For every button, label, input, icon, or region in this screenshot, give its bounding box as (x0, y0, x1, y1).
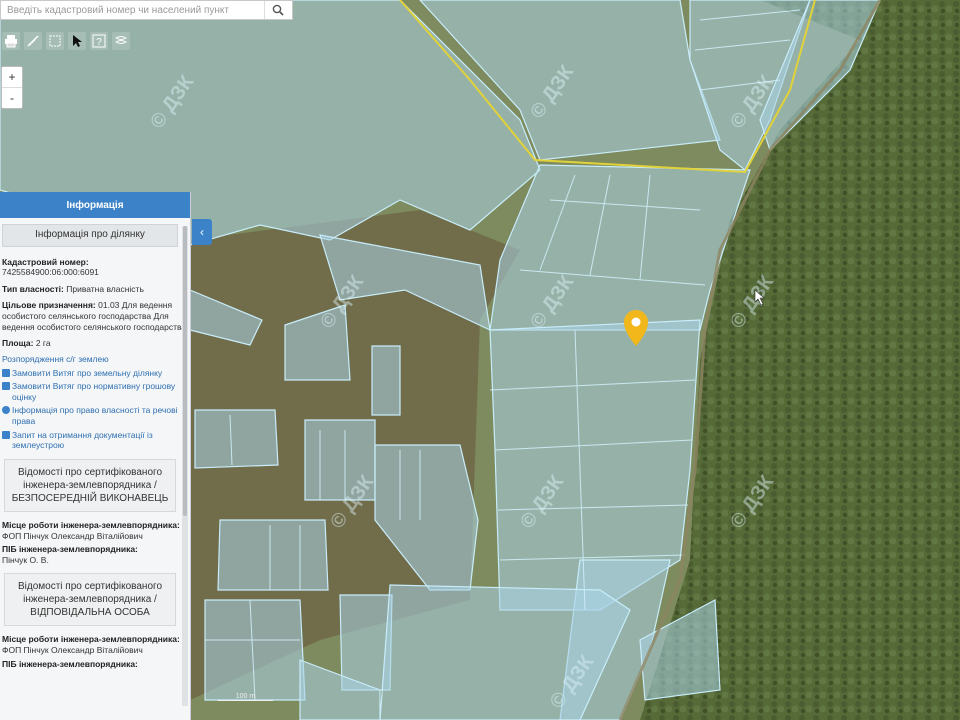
panel-scrollbar[interactable] (182, 226, 188, 706)
work-place-value-2: ФОП Пінчук Олександр Віталійович (2, 645, 143, 655)
printer-icon (5, 35, 17, 48)
search-icon (273, 4, 284, 16)
engineer-name-label: ПІБ інженера-землевпорядника: (2, 544, 138, 555)
documentation-request-label: Запит на отримання документації із земле… (12, 429, 153, 451)
search-bar (0, 0, 293, 20)
panel-title: Інформація (0, 192, 190, 218)
ownership-value: Приватна власність (66, 283, 144, 294)
layers-icon (115, 36, 127, 44)
map-toolbar: ? (0, 28, 130, 54)
engineer-responsible-section[interactable]: Відомості про сертифікованого інженера-з… (4, 573, 176, 627)
info-panel: Інформація Інформація про ділянку Кадаст… (0, 192, 191, 720)
document-icon (2, 382, 10, 391)
engineer-executor-section[interactable]: Відомості про сертифікованого інженера-з… (4, 458, 176, 512)
search-input[interactable] (1, 0, 264, 20)
info-icon (2, 406, 10, 415)
area-label: Площа: (2, 338, 34, 349)
work-place-label-2: Місце роботи інженера-землевпорядника: (2, 634, 180, 645)
engineer-name-label-2: ПІБ інженера-землевпорядника: (2, 658, 138, 669)
print-button[interactable] (2, 32, 20, 50)
disposal-link-label: Розпорядження с/г землею (2, 353, 109, 364)
order-extract-label: Замовити Витяг про земельну ділянку (12, 367, 163, 378)
zoom-control: + - (1, 66, 23, 109)
layers-button[interactable] (112, 32, 130, 50)
pointer-icon (73, 35, 82, 47)
zoom-in-button[interactable]: + (2, 67, 22, 87)
cadastral-value: 7425584900:06:000:6091 (2, 267, 99, 278)
measure-distance-button[interactable] (24, 32, 42, 50)
ruler-icon (27, 35, 39, 47)
select-pointer-button[interactable] (68, 32, 86, 50)
chevron-left-icon: ‹ (200, 225, 204, 239)
area-icon (49, 35, 61, 47)
work-place-value: ФОП Пінчук Олександр Віталійович (2, 530, 143, 541)
collapse-panel-button[interactable]: ‹ (192, 219, 212, 245)
map-scale: 100 m (218, 693, 273, 701)
measure-area-button[interactable] (46, 32, 64, 50)
parcel-info-section-button[interactable]: Інформація про ділянку (2, 224, 178, 247)
help-icon: ? (92, 34, 106, 48)
ownership-info-link[interactable]: Інформація про право власності та речові… (0, 405, 190, 426)
disposal-link[interactable]: Розпорядження с/г землею (0, 354, 190, 365)
work-place-label: Місце роботи інженера-землевпорядника: (2, 519, 180, 530)
purpose-label: Цільове призначення: (2, 300, 96, 311)
ownership-info-label: Інформація про право власності та речові… (12, 405, 178, 426)
engineer-name-value: Пінчук О. В. (2, 554, 49, 565)
ownership-label: Тип власності: (2, 283, 64, 294)
zoom-out-button[interactable]: - (2, 87, 22, 108)
document-icon (2, 368, 10, 377)
svg-text:?: ? (96, 37, 102, 48)
area-value: 2 га (35, 338, 51, 349)
order-valuation-label: Замовити Витяг про нормативну грошову оц… (12, 381, 176, 402)
documentation-request-link[interactable]: Запит на отримання документації із земле… (0, 430, 190, 451)
cadastral-label: Кадастровий номер: (2, 256, 89, 267)
help-button[interactable]: ? (90, 32, 108, 50)
order-valuation-link[interactable]: Замовити Витяг про нормативну грошову оц… (0, 381, 190, 402)
document-icon (2, 430, 10, 439)
order-extract-link[interactable]: Замовити Витяг про земельну ділянку (0, 368, 190, 379)
scrollbar-thumb[interactable] (183, 226, 187, 516)
search-button[interactable] (263, 1, 292, 19)
